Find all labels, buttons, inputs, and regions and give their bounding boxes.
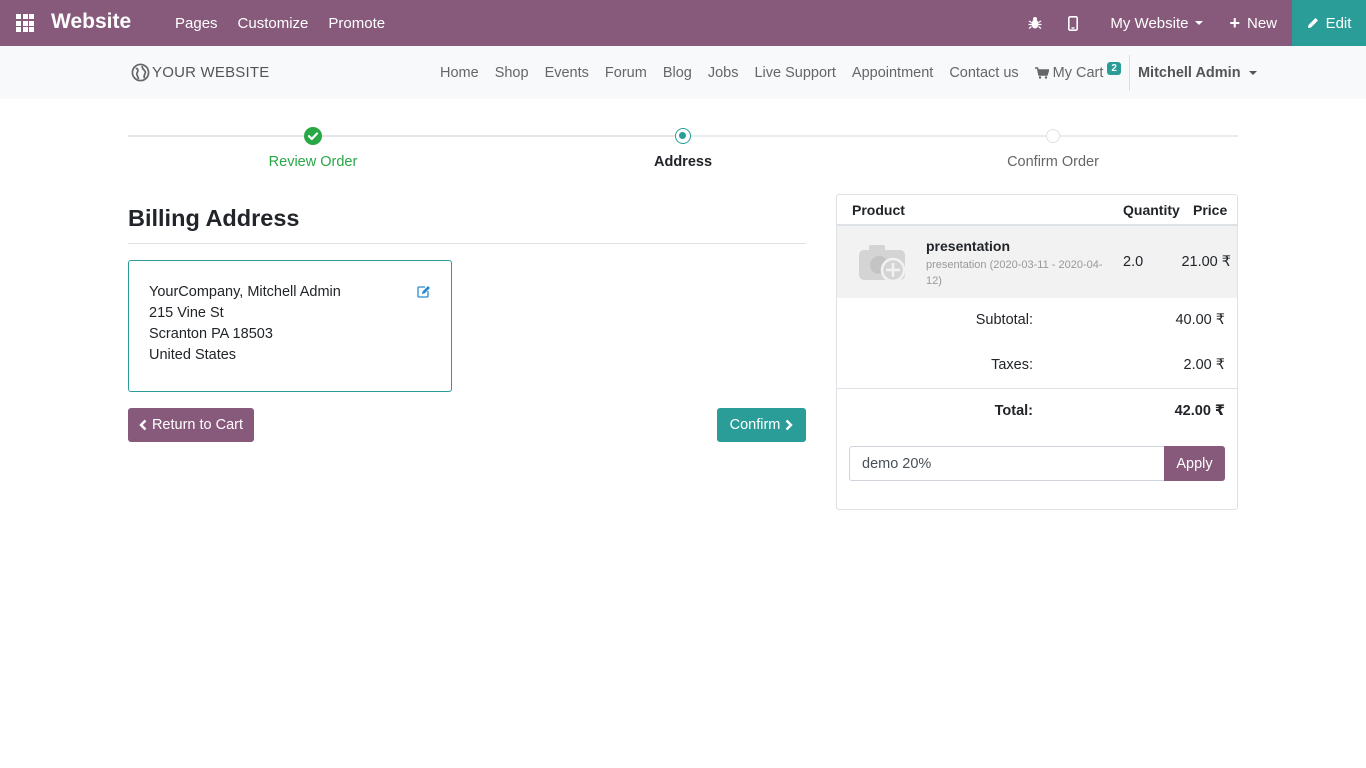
step-confirm-order: Confirm Order [1007, 154, 1099, 170]
site-logo[interactable]: YOUR WEBSITE [131, 63, 269, 82]
confirm-button[interactable]: Confirm [717, 408, 806, 442]
billing-address-title: Billing Address [128, 205, 300, 231]
bug-icon[interactable] [1016, 0, 1054, 46]
address-line-country: United States [149, 347, 237, 363]
summary-header: Product Quantity Price [837, 195, 1237, 226]
menu-pages[interactable]: Pages [165, 15, 228, 32]
billing-divider [128, 243, 806, 244]
edit-address-icon[interactable] [417, 284, 431, 305]
header-product: Product [852, 202, 905, 218]
table-row: presentation presentation (2020-03-11 - … [837, 226, 1237, 298]
step-address: Address [653, 154, 713, 170]
my-website-label: My Website [1110, 14, 1189, 32]
new-label: New [1246, 14, 1277, 32]
logo-text: YOUR WEBSITE [152, 64, 270, 81]
cart-label: My Cart [1052, 64, 1104, 81]
product-name[interactable]: presentation [926, 238, 1010, 254]
admin-right-actions: My Website + New Edit [1016, 0, 1366, 46]
progress-track-done [128, 135, 683, 137]
admin-topbar: Website Pages Customize Promote My Websi… [0, 0, 1366, 46]
apply-label: Apply [1176, 455, 1213, 472]
my-website-dropdown[interactable]: My Website [1092, 15, 1217, 32]
website-navbar: YOUR WEBSITE Home Shop Events Forum Blog… [0, 46, 1366, 99]
nav-contact-us[interactable]: Contact us [941, 65, 1026, 81]
menu-customize[interactable]: Customize [228, 15, 319, 32]
nav-live-support[interactable]: Live Support [746, 65, 843, 81]
check-circle-icon [304, 127, 322, 145]
user-menu-dropdown[interactable]: Mitchell Admin [1130, 65, 1265, 81]
edit-button[interactable]: Edit [1292, 0, 1366, 46]
main-menu: Home Shop Events Forum Blog Jobs Live Su… [432, 46, 1265, 99]
taxes-label: Taxes: [991, 357, 1033, 373]
chevron-down-icon [1195, 21, 1204, 25]
confirm-label: Confirm [729, 417, 781, 433]
total-label: Total: [994, 403, 1033, 419]
nav-shop[interactable]: Shop [487, 65, 537, 81]
chevron-left-icon [139, 419, 147, 431]
return-to-cart-label: Return to Cart [151, 417, 244, 433]
step-review-order[interactable]: Review Order [213, 154, 413, 170]
plus-icon: + [1229, 13, 1240, 33]
nav-appointment[interactable]: Appointment [844, 65, 941, 81]
chevron-right-icon [786, 419, 794, 431]
apps-grid-icon[interactable] [16, 14, 34, 32]
current-step-dot [675, 128, 691, 144]
header-price: Price [1193, 202, 1228, 218]
order-summary: Product Quantity Price presentation pres… [836, 194, 1238, 510]
chevron-down-icon [1248, 70, 1257, 75]
pencil-icon [1307, 18, 1318, 28]
nav-events[interactable]: Events [537, 65, 597, 81]
edit-label: Edit [1325, 14, 1352, 32]
product-description: presentation (2020-03-11 - 2020-04-12) [926, 259, 1103, 287]
nav-forum[interactable]: Forum [597, 65, 655, 81]
nav-blog[interactable]: Blog [655, 65, 700, 81]
app-brand: Website [51, 10, 132, 33]
subtotal-label: Subtotal: [975, 312, 1033, 328]
mobile-preview-icon[interactable] [1054, 0, 1092, 46]
nav-home[interactable]: Home [432, 65, 487, 81]
address-line-company: YourCompany, Mitchell Admin [149, 284, 341, 300]
address-line-city: Scranton PA 18503 [149, 326, 273, 342]
promo-code-input[interactable] [849, 446, 1165, 481]
cart-count-badge: 2 [1107, 62, 1121, 75]
user-name: Mitchell Admin [1137, 64, 1241, 81]
camera-placeholder-icon [857, 240, 909, 287]
header-quantity: Quantity [1123, 202, 1180, 218]
globe-icon [131, 63, 150, 82]
my-cart-link[interactable]: My Cart 2 [1027, 62, 1129, 81]
taxes-value: 2.00 ₹ [1183, 357, 1225, 373]
product-quantity: 2.0 [1123, 254, 1144, 270]
pending-step-dot [1046, 129, 1060, 143]
admin-menu: Pages Customize Promote [165, 0, 395, 46]
apply-promo-button[interactable]: Apply [1164, 446, 1225, 481]
total-divider [837, 388, 1237, 389]
address-line-street: 215 Vine St [149, 305, 224, 321]
return-to-cart-button[interactable]: Return to Cart [128, 408, 254, 442]
total-value: 42.00 ₹ [1174, 403, 1225, 419]
shopping-cart-icon [1034, 66, 1049, 79]
product-price: 21.00 ₹ [1181, 254, 1231, 270]
new-button[interactable]: + New [1217, 14, 1292, 32]
subtotal-value: 40.00 ₹ [1175, 312, 1225, 328]
nav-jobs[interactable]: Jobs [700, 65, 747, 81]
menu-promote[interactable]: Promote [318, 15, 395, 32]
billing-address-card[interactable]: YourCompany, Mitchell Admin 215 Vine St … [128, 260, 452, 392]
